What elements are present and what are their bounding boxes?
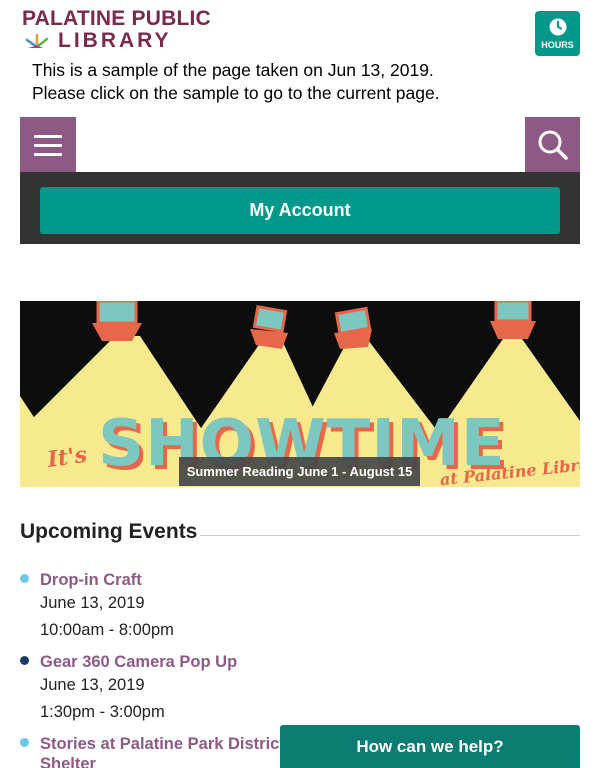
hours-button[interactable]: HOURS: [535, 11, 580, 56]
event-date: June 13, 2019: [40, 676, 145, 694]
event-title-link[interactable]: Stories at Palatine Park District: [40, 735, 285, 754]
library-logo[interactable]: PALATINE PUBLIC LIBRARY: [22, 8, 212, 48]
sample-notice-line-2: Please click on the sample to go to the …: [32, 83, 440, 103]
menu-button[interactable]: [20, 117, 76, 173]
help-chat-button[interactable]: How can we help?: [280, 725, 580, 768]
event-time: 10:00am - 8:00pm: [40, 621, 174, 639]
hamburger-icon: [34, 134, 62, 138]
hamburger-icon-bar: [34, 152, 62, 156]
event-title-link[interactable]: Gear 360 Camera Pop Up: [40, 653, 237, 672]
sample-notice-line-1: This is a sample of the page taken on Ju…: [32, 60, 434, 80]
search-icon: [538, 130, 568, 160]
sample-notice[interactable]: This is a sample of the page taken on Ju…: [32, 59, 444, 105]
hamburger-icon-bar: [34, 143, 62, 147]
account-bar: My Account: [20, 172, 580, 244]
event-title-link-line-2[interactable]: Shelter: [40, 755, 96, 768]
event-item: Drop-in Craft June 13, 2019 10:00am - 8:…: [20, 571, 320, 643]
event-dot: [20, 656, 29, 665]
hours-label: HOURS: [541, 40, 574, 50]
my-account-button[interactable]: My Account: [40, 187, 560, 234]
clock-icon: [549, 18, 566, 36]
event-item: Gear 360 Camera Pop Up June 13, 2019 1:3…: [20, 653, 320, 725]
banner-caption: Summer Reading June 1 - August 15: [179, 457, 420, 486]
event-dot: [20, 738, 29, 747]
search-button[interactable]: [525, 117, 580, 173]
event-date: June 13, 2019: [40, 594, 145, 612]
logo-burst-icon: [25, 33, 49, 48]
logo-line-1: PALATINE PUBLIC: [22, 8, 211, 30]
events-heading: Upcoming Events: [20, 520, 198, 543]
event-dot: [20, 574, 29, 583]
event-title-link[interactable]: Drop-in Craft: [40, 571, 142, 590]
event-item: Stories at Palatine Park District Shelte…: [20, 735, 320, 768]
event-time: 1:30pm - 3:00pm: [40, 703, 165, 721]
events-heading-rule: [200, 535, 580, 536]
